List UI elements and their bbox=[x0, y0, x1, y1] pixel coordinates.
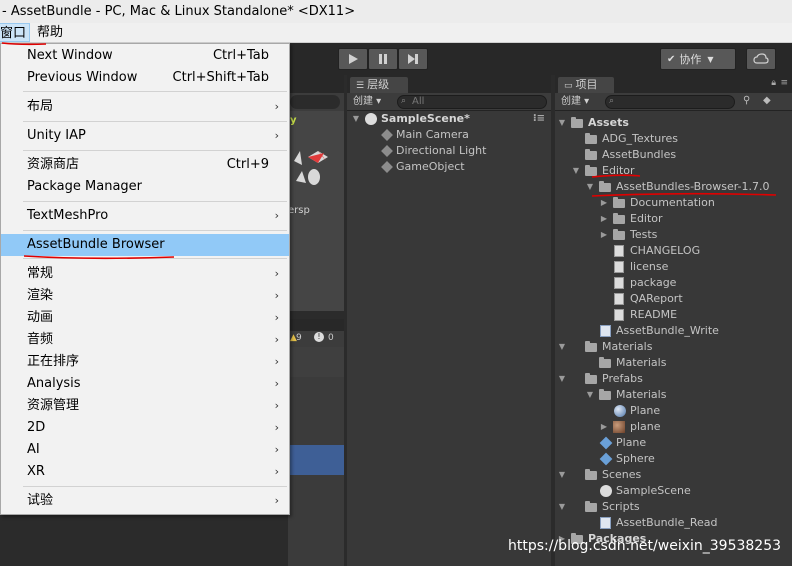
red-annotation-underlines bbox=[1, 42, 777, 260]
watermark: https://blog.csdn.net/weixin_39538253 bbox=[508, 538, 782, 554]
